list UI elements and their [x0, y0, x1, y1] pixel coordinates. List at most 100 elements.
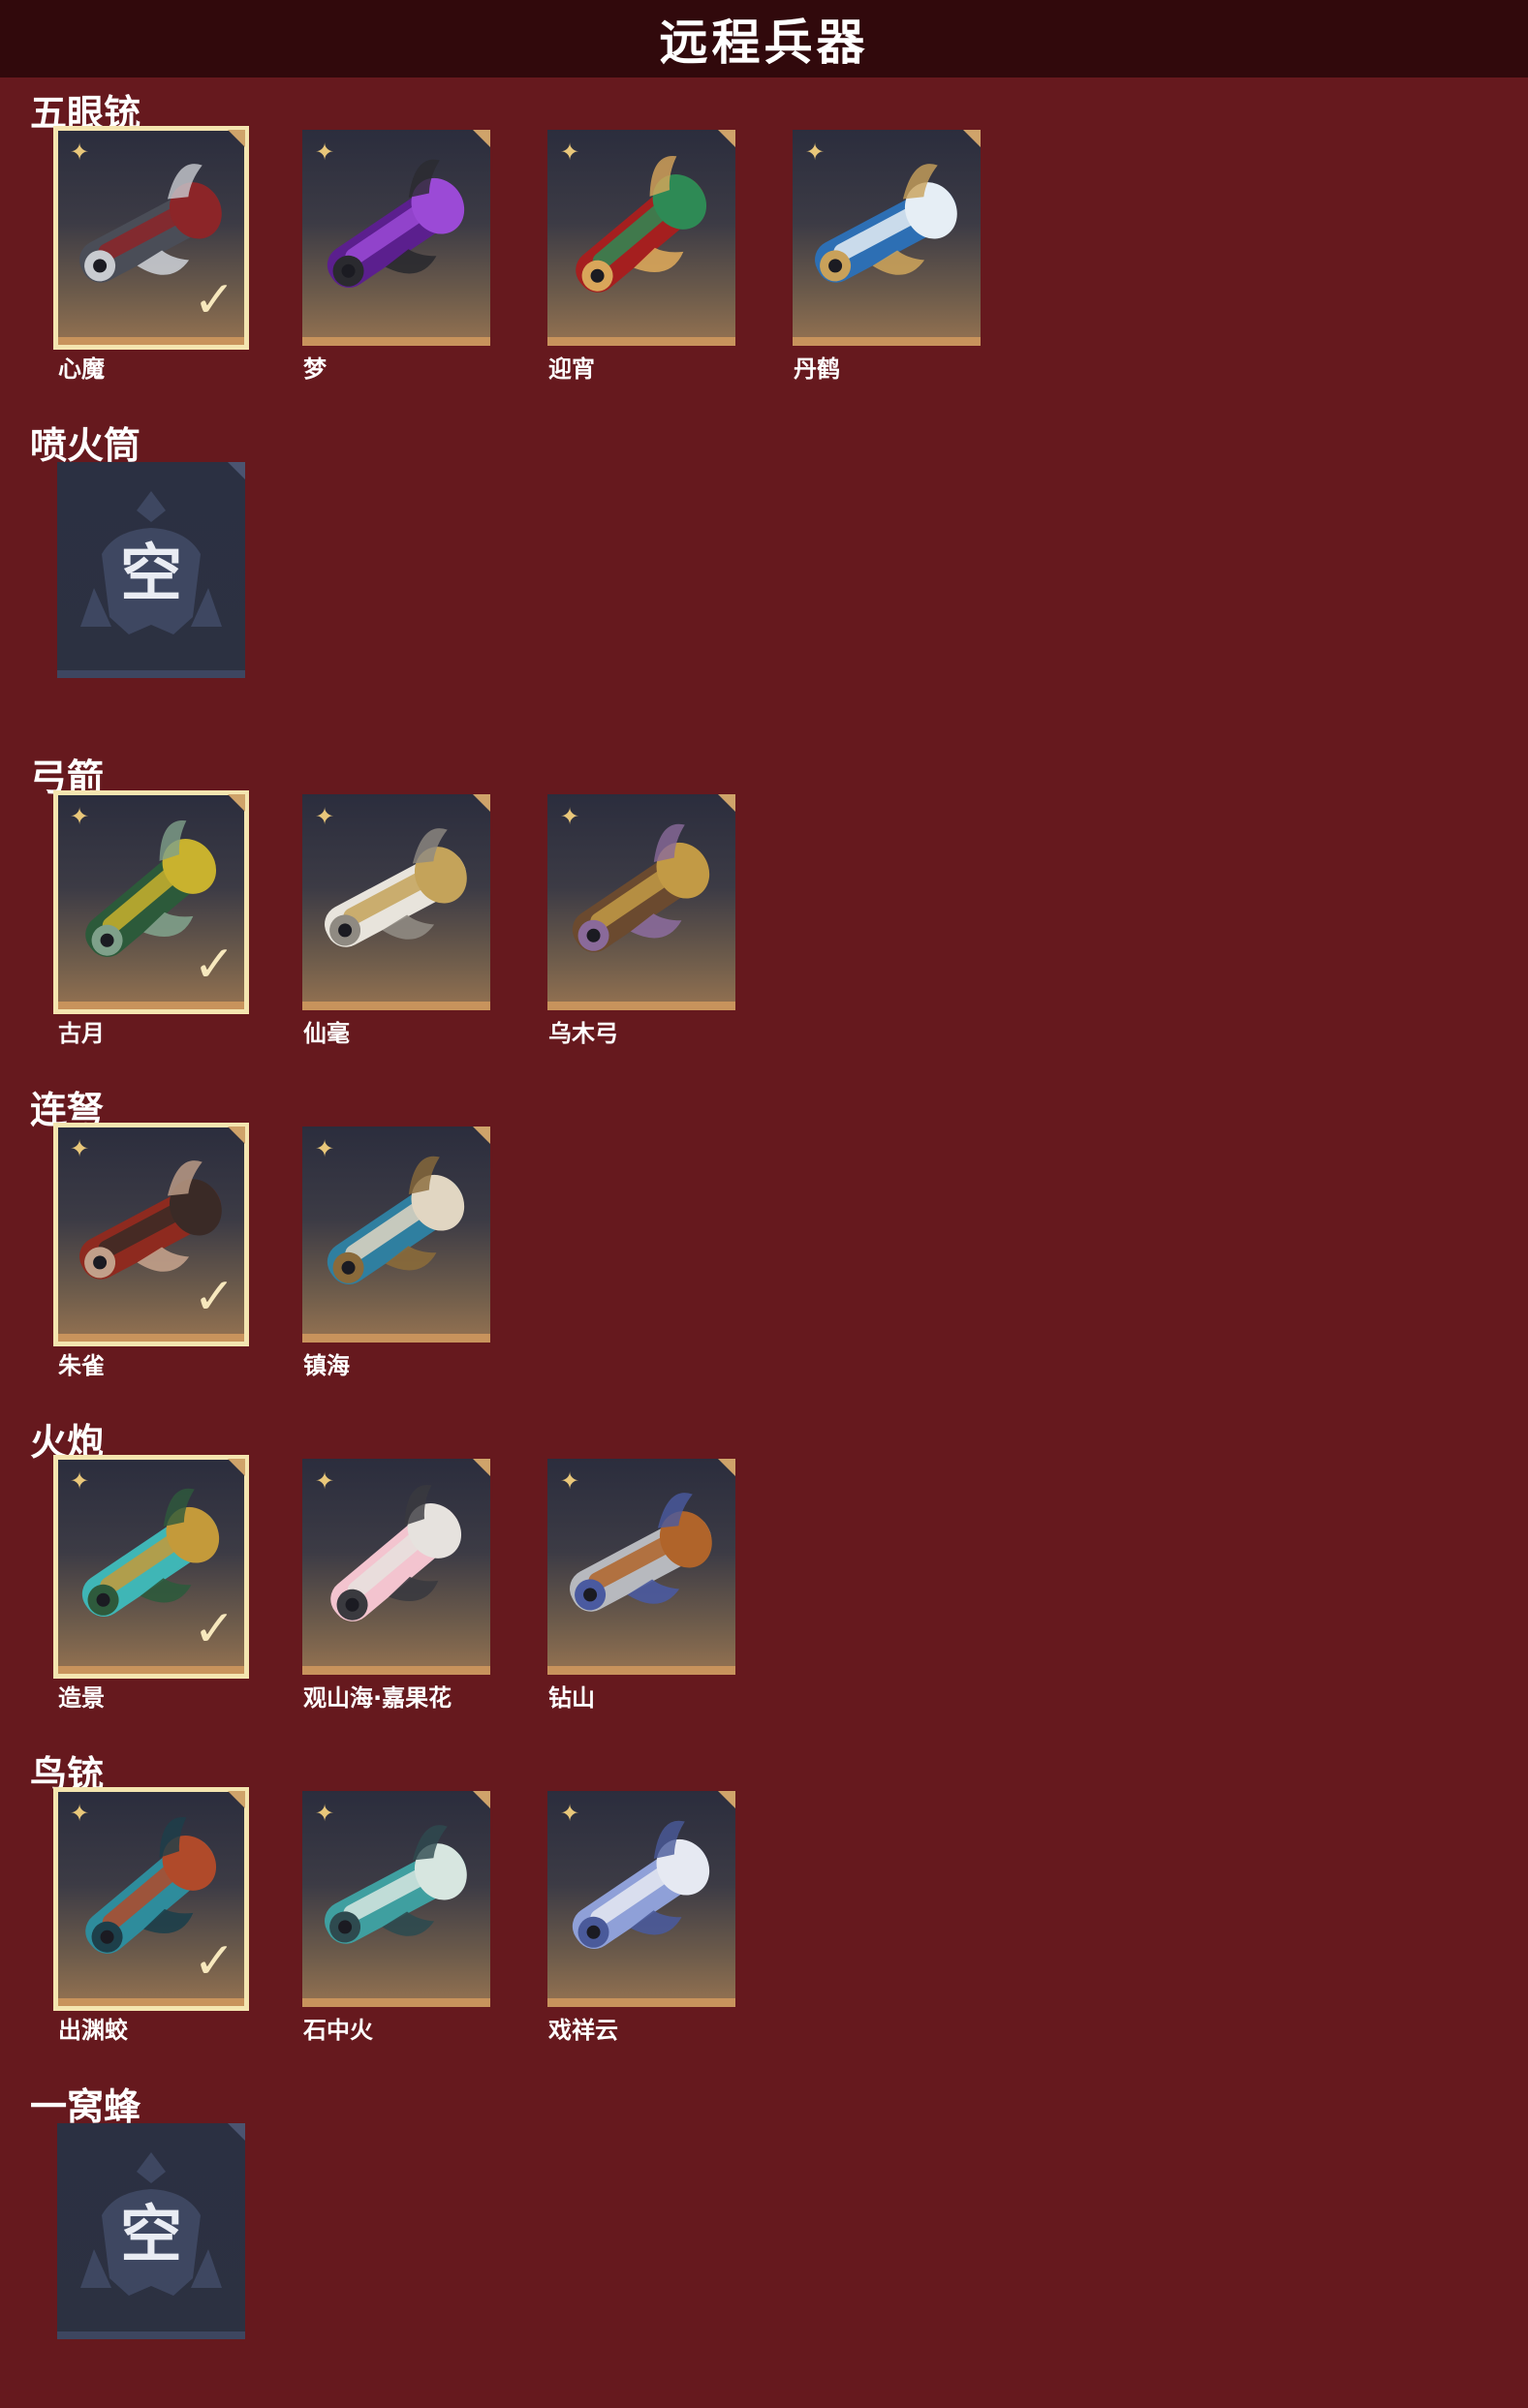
weapon-name: 梦: [303, 355, 327, 383]
weapon-card[interactable]: ✦ ✓: [53, 1787, 249, 2011]
weapon-card[interactable]: ✦ ✓: [53, 1123, 249, 1346]
check-icon: ✓: [193, 936, 235, 994]
weapon-card[interactable]: ✦: [302, 130, 490, 346]
weapon-card[interactable]: ✦: [547, 1459, 735, 1675]
weapon-card[interactable]: ✦: [793, 130, 981, 346]
weapon-name: 乌木弓: [548, 1020, 618, 1047]
empty-slot-card[interactable]: 空: [57, 2123, 245, 2339]
weapon-row: 空: [57, 462, 302, 678]
check-icon: ✓: [193, 1932, 235, 1991]
star-icon: ✦: [69, 1467, 90, 1495]
weapon-item[interactable]: ✦ 镇海: [302, 1127, 490, 1380]
weapon-name: 造景: [58, 1684, 105, 1712]
corner-fold-icon: [473, 794, 490, 812]
weapon-item[interactable]: ✦ 石中火: [302, 1791, 490, 2045]
weapon-name: 戏祥云: [548, 2017, 618, 2044]
section-title: 弓箭: [30, 756, 105, 799]
weapon-name: 仙毫: [303, 1020, 350, 1047]
corner-fold-icon: [228, 794, 245, 812]
weapon-item[interactable]: ✦ ✓ 古月: [53, 790, 249, 1048]
weapon-item[interactable]: ✦ 戏祥云: [547, 1791, 735, 2045]
weapon-card[interactable]: ✦: [547, 794, 735, 1010]
weapon-item[interactable]: ✦ 迎宵: [547, 130, 735, 384]
weapon-card[interactable]: ✦: [302, 1791, 490, 2007]
weapon-row: 空: [57, 2123, 302, 2339]
star-icon: ✦: [69, 803, 90, 830]
star-icon: ✦: [69, 139, 90, 166]
check-icon: ✓: [193, 1268, 235, 1326]
weapon-card[interactable]: ✦ ✓: [53, 126, 249, 350]
empty-slot-label: 空: [120, 2200, 182, 2271]
corner-fold-icon: [228, 1459, 245, 1476]
weapon-item[interactable]: ✦ 乌木弓: [547, 794, 735, 1048]
check-icon: ✓: [193, 1600, 235, 1658]
weapon-section: 弓箭 ✦ ✓ 古月 ✦ 仙毫 ✦ 乌木弓: [0, 742, 1528, 1074]
weapon-row: ✦ ✓ 出渊蛟 ✦ 石中火 ✦ 戏祥云: [53, 1787, 793, 2045]
weapon-card[interactable]: ✦ ✓: [53, 790, 249, 1014]
weapon-card[interactable]: ✦: [302, 1459, 490, 1675]
star-icon: ✦: [314, 803, 335, 830]
star-icon: ✦: [559, 803, 580, 830]
check-icon: ✓: [193, 271, 235, 329]
star-icon: ✦: [69, 1135, 90, 1162]
star-icon: ✦: [314, 1467, 335, 1495]
weapon-card[interactable]: ✦: [547, 130, 735, 346]
weapon-row: ✦ ✓ 古月 ✦ 仙毫 ✦ 乌木弓: [53, 790, 793, 1048]
star-icon: ✦: [559, 139, 580, 166]
section-title: 喷火筒: [30, 424, 141, 467]
weapon-section: 一窝蜂空: [0, 2071, 1528, 2403]
weapon-name: 观山海·嘉果花: [303, 1684, 452, 1712]
empty-slot[interactable]: 空: [57, 462, 245, 678]
weapon-section: 喷火筒空: [0, 410, 1528, 742]
weapon-name: 石中火: [303, 2017, 373, 2044]
weapon-item[interactable]: ✦ 梦: [302, 130, 490, 384]
weapon-card[interactable]: ✦ ✓: [53, 1455, 249, 1679]
corner-fold-icon: [228, 130, 245, 147]
page-title: 远程兵器: [659, 15, 869, 71]
star-icon: ✦: [314, 1135, 335, 1162]
section-title: 连弩: [30, 1089, 105, 1131]
corner-fold-icon: [473, 1791, 490, 1808]
empty-slot[interactable]: 空: [57, 2123, 245, 2339]
weapon-section: 火炮 ✦ ✓ 造景 ✦ 观山海·嘉果花 ✦ 钻山: [0, 1406, 1528, 1739]
weapon-name: 镇海: [303, 1352, 350, 1379]
weapon-row: ✦ ✓ 心魔 ✦ 梦 ✦ 迎宵 ✦ 丹鹤: [53, 126, 1038, 384]
corner-fold-icon: [228, 462, 245, 479]
weapon-card[interactable]: ✦: [302, 794, 490, 1010]
weapon-item[interactable]: ✦ 观山海·嘉果花: [302, 1459, 490, 1713]
weapon-card[interactable]: ✦: [302, 1127, 490, 1343]
star-icon: ✦: [559, 1800, 580, 1827]
weapon-item[interactable]: ✦ ✓ 出渊蛟: [53, 1787, 249, 2045]
weapon-section: 连弩 ✦ ✓ 朱雀 ✦ 镇海: [0, 1074, 1528, 1406]
section-title: 一窝蜂: [30, 2085, 141, 2128]
weapon-item[interactable]: ✦ 仙毫: [302, 794, 490, 1048]
weapon-section: 五眼铳 ✦ ✓ 心魔 ✦ 梦 ✦ 迎宵 ✦ 丹鹤: [0, 77, 1528, 410]
weapon-item[interactable]: ✦ ✓ 朱雀: [53, 1123, 249, 1380]
corner-fold-icon: [228, 2123, 245, 2141]
weapon-row: ✦ ✓ 造景 ✦ 观山海·嘉果花 ✦ 钻山: [53, 1455, 793, 1713]
weapon-name: 古月: [58, 1020, 105, 1047]
corner-fold-icon: [473, 1127, 490, 1144]
weapon-card[interactable]: ✦: [547, 1791, 735, 2007]
weapon-row: ✦ ✓ 朱雀 ✦ 镇海: [53, 1123, 547, 1380]
weapon-item[interactable]: ✦ ✓ 造景: [53, 1455, 249, 1713]
corner-fold-icon: [718, 130, 735, 147]
weapon-item[interactable]: ✦ 钻山: [547, 1459, 735, 1713]
weapon-item[interactable]: ✦ ✓ 心魔: [53, 126, 249, 384]
weapon-name: 心魔: [58, 355, 105, 383]
corner-fold-icon: [473, 1459, 490, 1476]
weapon-section: 鸟铳 ✦ ✓ 出渊蛟 ✦ 石中火 ✦ 戏祥云: [0, 1739, 1528, 2071]
weapon-name: 钻山: [548, 1684, 595, 1712]
star-icon: ✦: [314, 139, 335, 166]
weapon-name: 朱雀: [58, 1352, 105, 1379]
star-icon: ✦: [314, 1800, 335, 1827]
empty-slot-card[interactable]: 空: [57, 462, 245, 678]
corner-fold-icon: [963, 130, 981, 147]
empty-slot-label: 空: [120, 539, 182, 610]
corner-fold-icon: [473, 130, 490, 147]
section-title: 火炮: [30, 1421, 105, 1464]
star-icon: ✦: [559, 1467, 580, 1495]
star-icon: ✦: [69, 1800, 90, 1827]
section-title: 五眼铳: [30, 92, 141, 135]
weapon-item[interactable]: ✦ 丹鹤: [793, 130, 981, 384]
